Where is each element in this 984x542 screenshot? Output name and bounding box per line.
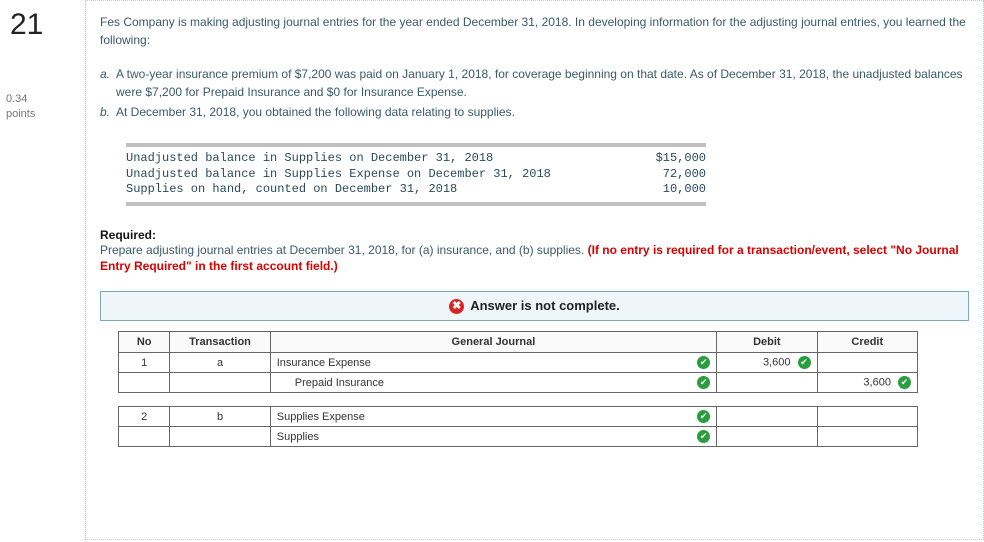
debit-value: 3,600 [763,357,791,369]
points-label: points [6,107,75,122]
journal-entry-table: No Transaction General Journal Debit Cre… [118,331,918,447]
required-text: Prepare adjusting journal entries at Dec… [100,243,588,257]
account-name: Supplies Expense [277,411,693,423]
list-label-a: a. [100,65,116,101]
stripe-bottom [126,202,706,206]
cell-debit[interactable]: 3,600 ✔ [717,353,817,373]
cell-no [119,373,170,393]
cell-credit[interactable] [817,353,917,373]
cell-account[interactable]: Insurance Expense ✔ [270,353,716,373]
cell-no: 1 [119,353,170,373]
question-content: Fes Company is making adjusting journal … [85,0,984,540]
header-general-journal: General Journal [270,332,716,353]
data-label: Unadjusted balance in Supplies Expense o… [126,167,626,183]
cell-debit[interactable] [717,407,817,427]
error-icon: ✖ [449,299,464,314]
required-block: Required: Prepare adjusting journal entr… [100,228,969,273]
cell-trx [170,427,270,447]
account-name: Insurance Expense [277,357,693,369]
data-value: $15,000 [626,151,706,167]
cell-credit[interactable]: 3,600 ✔ [817,373,917,393]
account-name: Supplies [277,431,693,443]
cell-trx: b [170,407,270,427]
list-text-a: A two-year insurance premium of $7,200 w… [116,65,969,101]
cell-account[interactable]: Supplies ✔ [270,427,716,447]
credit-value: 3,600 [863,377,891,389]
sidebar: 21 0.34 points [0,0,85,540]
header-transaction: Transaction [170,332,270,353]
data-label: Supplies on hand, counted on December 31… [126,182,626,198]
cell-credit[interactable] [817,407,917,427]
table-row: Prepaid Insurance ✔ 3,600 ✔ [119,373,918,393]
data-label: Unadjusted balance in Supplies on Decemb… [126,151,626,167]
list-label-b: b. [100,103,116,121]
check-icon: ✔ [798,356,811,369]
check-icon: ✔ [697,356,710,369]
question-number: 21 [10,8,75,42]
header-debit: Debit [717,332,817,353]
intro-text: Fes Company is making adjusting journal … [100,13,969,49]
cell-account[interactable]: Prepaid Insurance ✔ [270,373,716,393]
check-icon: ✔ [898,376,911,389]
data-value: 10,000 [626,182,706,198]
data-row: Unadjusted balance in Supplies Expense o… [126,167,706,183]
table-row: Supplies ✔ [119,427,918,447]
required-heading: Required: [100,228,156,242]
cell-trx: a [170,353,270,373]
list-item: b. At December 31, 2018, you obtained th… [100,103,969,121]
cell-no [119,427,170,447]
check-icon: ✔ [697,430,710,443]
cell-credit[interactable] [817,427,917,447]
account-name: Prepaid Insurance [295,377,693,389]
cell-debit[interactable] [717,427,817,447]
cell-account[interactable]: Supplies Expense ✔ [270,407,716,427]
header-credit: Credit [817,332,917,353]
cell-trx [170,373,270,393]
list-text-b: At December 31, 2018, you obtained the f… [116,103,969,121]
table-row: 2 b Supplies Expense ✔ [119,407,918,427]
check-icon: ✔ [697,376,710,389]
cell-debit[interactable] [717,373,817,393]
feedback-bar: ✖ Answer is not complete. [100,291,969,321]
points-value: 0.34 [6,92,75,107]
supplies-data-box: Unadjusted balance in Supplies on Decemb… [126,143,706,206]
feedback-text: Answer is not complete. [470,298,620,313]
check-icon: ✔ [697,410,710,423]
cell-no: 2 [119,407,170,427]
table-row: 1 a Insurance Expense ✔ 3,600 ✔ [119,353,918,373]
data-row: Supplies on hand, counted on December 31… [126,182,706,198]
spacer-row [119,393,918,407]
list-item: a. A two-year insurance premium of $7,20… [100,65,969,101]
data-row: Unadjusted balance in Supplies on Decemb… [126,151,706,167]
data-value: 72,000 [626,167,706,183]
header-no: No [119,332,170,353]
